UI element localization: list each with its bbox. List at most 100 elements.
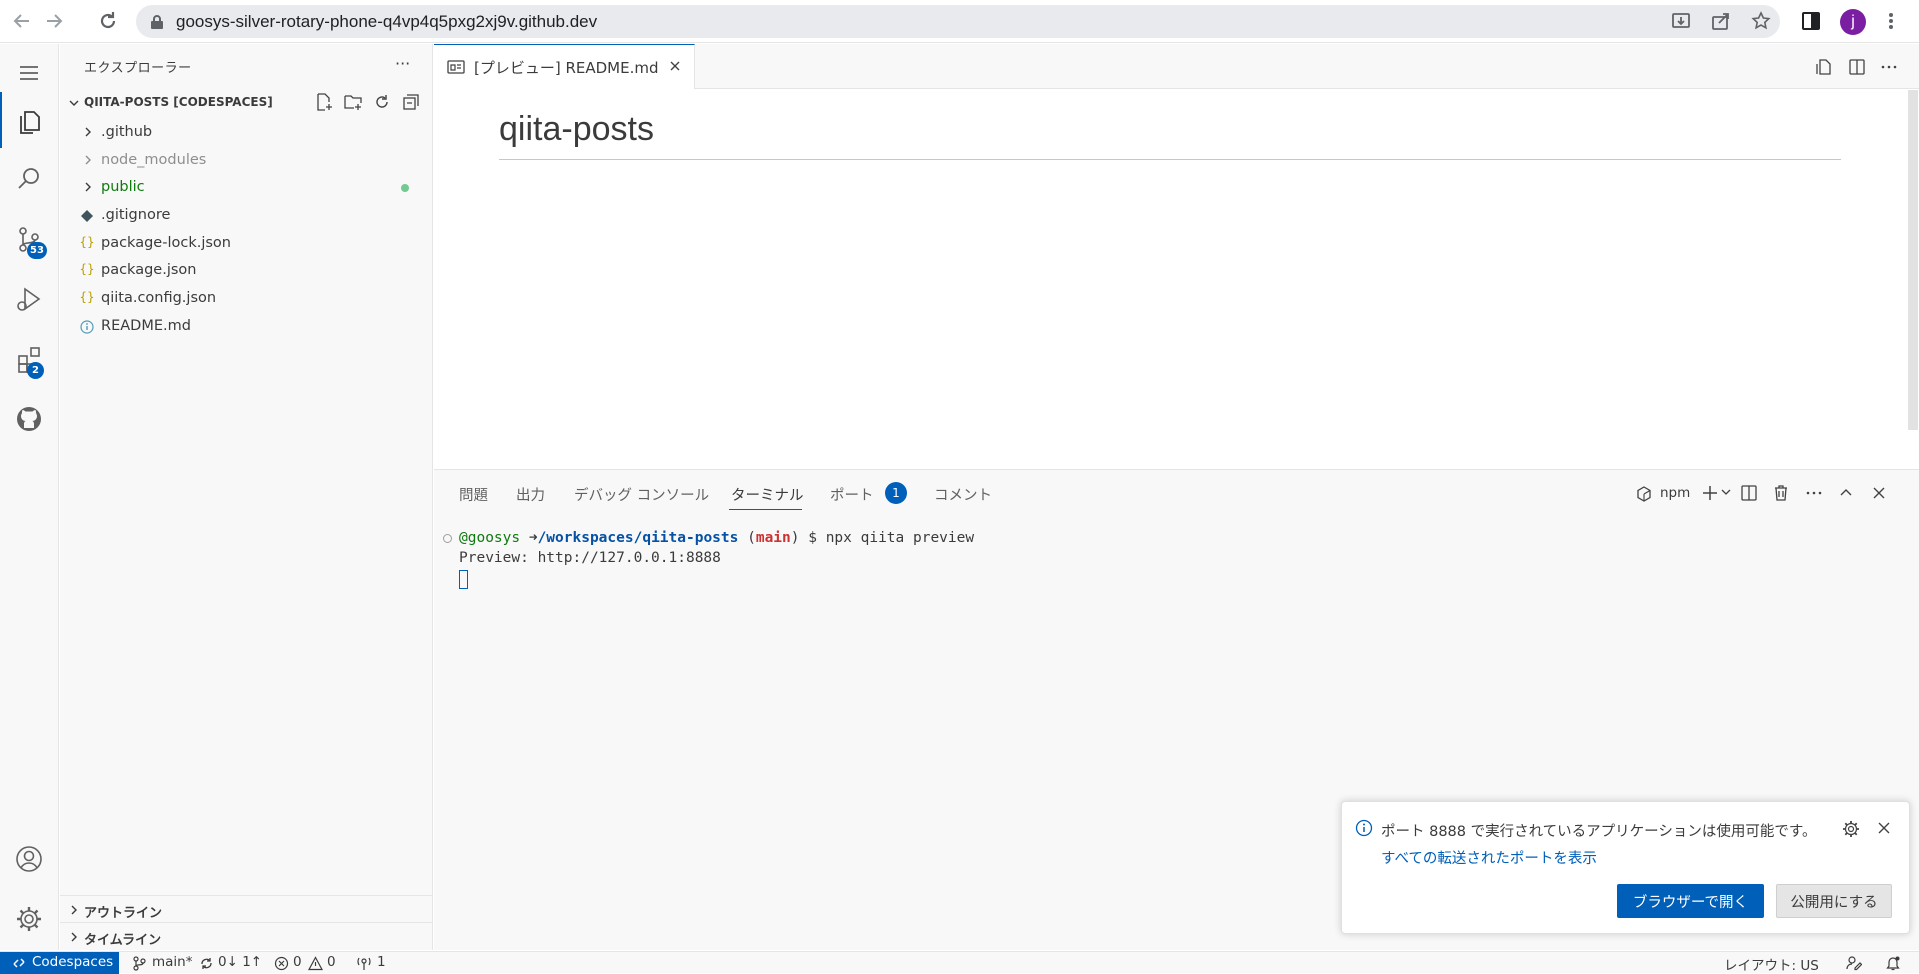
gear-icon[interactable] [1842,820,1860,838]
json-file-icon: {} [79,290,95,304]
address-bar[interactable]: goosys-silver-rotary-phone-q4vp4q5pxg2xj… [136,5,1780,38]
tab-terminal[interactable]: ターミナル [731,484,804,505]
tree-item-github[interactable]: .github [60,121,433,143]
tree-item-gitignore[interactable]: .gitignore [60,204,433,226]
new-file-icon[interactable] [314,92,334,112]
tab-readme-preview[interactable]: [プレビュー] README.md [434,44,695,89]
tab-comments[interactable]: コメント [934,484,992,505]
error-count[interactable]: 0 [293,954,302,970]
browser-toolbar: goosys-silver-rotary-phone-q4vp4q5pxg2xj… [0,0,1919,43]
tree-item-node-modules[interactable]: node_modules [60,149,433,171]
show-ports-link[interactable]: すべての転送されたポートを表示 [1381,851,1597,867]
keyboard-layout[interactable]: レイアウト: US [1724,954,1819,974]
ports-icon [357,957,371,970]
json-file-icon: {} [79,235,95,249]
maximize-panel-icon[interactable] [1837,484,1855,502]
ports-badge: 1 [885,482,907,504]
tab-ports[interactable]: ポート [830,484,874,505]
tree-item-label: .gitignore [101,207,171,223]
tree-item-label: node_modules [101,152,207,168]
github-icon[interactable] [0,390,59,446]
close-panel-icon[interactable] [1870,484,1888,502]
more-actions-icon[interactable] [1805,484,1823,502]
terminal-name[interactable]: npm [1660,485,1690,501]
split-terminal-icon[interactable] [1740,484,1758,502]
tree-item-qiita-config[interactable]: {} qiita.config.json [60,287,433,309]
notifications-bell-icon[interactable] [1885,955,1901,971]
branch-name[interactable]: main* [152,954,192,970]
manage-gear-icon[interactable] [0,890,59,946]
tree-item-package-json[interactable]: {} package.json [60,259,433,281]
close-icon[interactable] [1876,820,1892,836]
collapse-all-icon[interactable] [401,92,421,112]
browser-menu-icon[interactable] [1880,10,1902,32]
run-debug-icon[interactable] [0,270,59,326]
sidebar-more-button[interactable]: ··· [395,54,410,73]
tree-item-package-lock[interactable]: {} package-lock.json [60,232,433,254]
feedback-icon[interactable] [1846,955,1862,971]
preview-icon [447,60,465,74]
tree-item-readme[interactable]: README.md [60,315,433,337]
terminal-branch-open: ( [747,530,756,546]
open-in-browser-button[interactable]: ブラウザーで開く [1617,884,1764,918]
search-icon[interactable] [0,150,59,206]
command-decoration-icon [443,534,452,543]
tab-output[interactable]: 出力 [516,484,545,505]
refresh-icon[interactable] [372,92,392,112]
timeline-title: タイムライン [84,933,162,948]
chevron-down-icon[interactable] [1721,487,1731,497]
chevron-right-icon [71,932,77,942]
json-file-icon: {} [79,262,95,276]
explorer-icon[interactable] [0,92,59,148]
terminal-cursor [459,570,468,589]
notification-message: ポート 8888 で実行されているアプリケーションは使用可能です。 [1381,824,1817,840]
tree-item-label: package-lock.json [101,235,231,251]
profile-avatar[interactable]: j [1840,9,1866,35]
terminal-output[interactable]: @goosys ➜/workspaces/qiita-posts (main) … [459,528,974,568]
reload-icon[interactable] [96,9,120,33]
explorer-sidebar: エクスプローラー ··· QIITA-POSTS [CODESPACES] .g… [60,44,433,950]
install-icon[interactable] [1670,10,1692,32]
error-icon [274,956,289,971]
accounts-icon[interactable] [0,830,59,886]
forward-icon[interactable] [42,9,66,33]
tab-problems[interactable]: 問題 [459,484,488,505]
make-public-button[interactable]: 公開用にする [1776,884,1892,918]
extensions-icon[interactable]: 2 [0,330,59,386]
timeline-section[interactable]: タイムライン [60,922,433,949]
tree-item-label: .github [101,124,153,140]
tree-item-label: qiita.config.json [101,290,217,306]
sidepanel-icon[interactable] [1800,10,1822,32]
url-text: goosys-silver-rotary-phone-q4vp4q5pxg2xj… [176,12,598,31]
terminal-user: @goosys [459,530,521,546]
warning-count[interactable]: 0 [327,954,336,970]
tab-debug-console[interactable]: デバッグ コンソール [574,484,709,505]
workspace-section-title: QIITA-POSTS [CODESPACES] [84,95,273,109]
sync-status[interactable]: 0↓ 1↑ [218,954,262,970]
trash-icon[interactable] [1772,484,1790,502]
remote-icon [13,958,25,968]
info-file-icon [78,318,96,334]
status-bar: Codespaces main* 0↓ 1↑ 0 0 1 レイアウト: US [0,951,1919,974]
active-tab-indicator [729,509,802,510]
outline-section[interactable]: アウトライン [60,895,433,922]
tree-item-public[interactable]: public [60,176,433,198]
terminal-path: /workspaces/qiita-posts [537,530,739,546]
forwarded-ports-count[interactable]: 1 [377,954,386,970]
preview-heading: qiita-posts [499,110,1841,160]
new-folder-icon[interactable] [343,92,363,112]
open-source-icon[interactable] [1815,58,1833,76]
source-control-icon[interactable]: 53 [0,210,59,266]
preview-scrollbar[interactable] [1908,90,1918,430]
chevron-right-icon [85,155,91,165]
more-actions-icon[interactable] [1880,58,1898,76]
outline-title: アウトライン [84,906,163,921]
split-editor-icon[interactable] [1848,58,1866,76]
share-icon[interactable] [1710,10,1732,32]
new-terminal-icon[interactable] [1701,484,1719,502]
back-icon[interactable] [10,9,34,33]
close-icon[interactable] [668,59,682,73]
bookmark-star-icon[interactable] [1750,10,1772,32]
remote-indicator[interactable]: Codespaces [0,952,119,974]
info-icon [1355,819,1373,837]
